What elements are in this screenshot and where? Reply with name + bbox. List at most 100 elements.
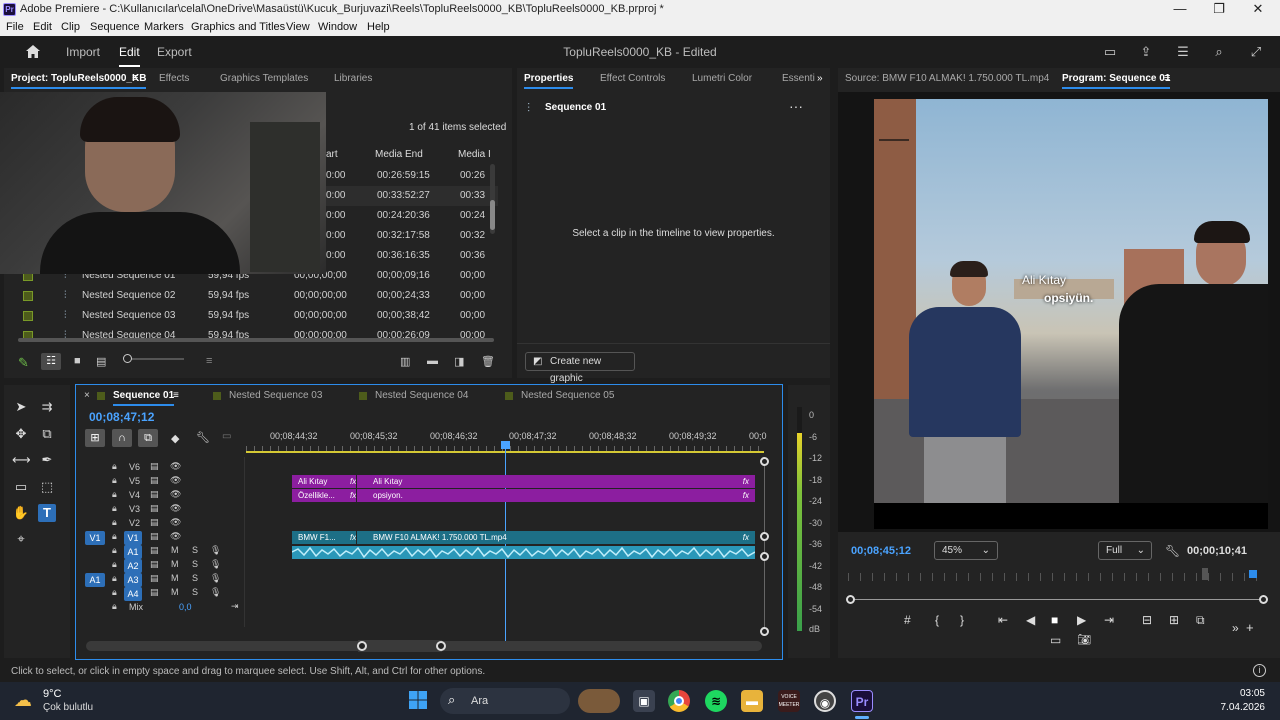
audio-clip[interactable] (292, 546, 755, 559)
tab-graphics-templates[interactable]: Graphics Templates (220, 73, 308, 84)
graphic-clip[interactable]: Özellikle... fx (292, 489, 356, 502)
video-clip[interactable]: BMW F1... fx (292, 531, 356, 544)
tab-lumetri-color[interactable]: Lumetri Color (692, 73, 752, 84)
track-v1[interactable]: 🔒︎ V1 ▤ 👁︎ (104, 531, 244, 545)
track-a3[interactable]: 🔒︎ A3 ▤ M S 🎙︎ (104, 573, 244, 587)
slip-tool-icon[interactable]: ⟷ (12, 451, 31, 469)
program-zoom-bar[interactable] (850, 599, 1264, 600)
program-playhead[interactable] (1249, 570, 1257, 578)
menu-edit[interactable]: Edit (33, 21, 52, 33)
video-clip[interactable]: BMW F10 ALMAK! 1.750.000 TL.mp4 fx (357, 531, 755, 544)
weather-icon[interactable]: ☁ (14, 690, 32, 711)
tab-essential[interactable]: Essenti (782, 73, 815, 84)
video-preview[interactable]: Ali Kıtay opsiyün. (874, 99, 1268, 503)
weather-temp[interactable]: 9°C (43, 688, 61, 700)
pen-tool-icon[interactable]: ✒ (38, 451, 56, 469)
new-bin-icon[interactable]: ▬ (427, 355, 438, 367)
timeline-playhead[interactable] (501, 441, 510, 449)
extract-icon[interactable]: ⊞ (1169, 613, 1179, 627)
col-media-duration[interactable]: Media I (458, 149, 491, 160)
obs-icon[interactable]: ◉ (814, 690, 836, 712)
source-patch-v1[interactable]: V1 (85, 531, 105, 545)
step-back-icon[interactable]: ◀ (1026, 613, 1035, 627)
horizontal-scrollbar[interactable] (18, 338, 494, 342)
track-select-tool-icon[interactable]: ⇉ (38, 398, 56, 416)
caption-tool-icon[interactable]: ⌖ (12, 530, 30, 548)
mark-in-icon[interactable]: { (935, 613, 939, 627)
project-menu-icon[interactable]: ≡ (132, 72, 138, 84)
new-item-icon[interactable]: ◨ (454, 355, 464, 368)
safe-margins-icon[interactable]: ▭ (1050, 633, 1061, 647)
selection-tool-icon[interactable]: ➤ (12, 398, 30, 416)
sort-icon[interactable]: ≡ (206, 355, 212, 367)
more-controls-icon[interactable]: » (1232, 621, 1239, 635)
tab-program-monitor[interactable]: Program: Sequence 01 (1062, 73, 1171, 89)
step-forward-icon[interactable]: ▶ (1077, 613, 1086, 627)
track-a2[interactable]: 🔒︎ A2 ▤ M S 🎙︎ (104, 559, 244, 573)
captions-icon[interactable]: ▭ (222, 431, 231, 442)
button-editor-icon[interactable]: + (1246, 620, 1254, 635)
track-height-handle[interactable] (760, 552, 769, 561)
compare-view-icon[interactable]: ⧉ (1196, 613, 1205, 628)
menu-help[interactable]: Help (367, 21, 390, 33)
maximize-button[interactable]: ❐ (1199, 1, 1239, 17)
clock-time[interactable]: 03:05 (1220, 688, 1265, 699)
track-v4[interactable]: 🔒︎ V4 ▤ 👁︎ (104, 489, 244, 503)
vertical-zoom-handle[interactable] (760, 457, 769, 466)
razor-tool-icon[interactable]: ⧉ (38, 425, 56, 443)
tab-sequence-01[interactable]: Sequence 01 (113, 390, 175, 406)
spotify-icon[interactable]: ≋ (705, 690, 727, 712)
panel-layout-icon[interactable]: ▭ (1102, 44, 1118, 60)
search-icon[interactable]: ⌕ (1211, 44, 1227, 60)
go-to-in-icon[interactable]: ⇤ (998, 613, 1008, 627)
weather-desc[interactable]: Çok bulutlu (43, 702, 93, 713)
menu-graphics-titles[interactable]: Graphics and Titles (191, 21, 285, 33)
type-tool-icon[interactable]: T (38, 504, 56, 522)
rectangle-tool-icon[interactable]: ▭ (12, 478, 30, 496)
program-timecode[interactable]: 00;08;45;12 (851, 545, 911, 557)
track-v3[interactable]: 🔒︎ V3 ▤ 👁︎ (104, 503, 244, 517)
taskbar-search[interactable]: ⌕ Ara (440, 688, 570, 714)
track-v5[interactable]: 🔒︎ V5 ▤ 👁︎ (104, 475, 244, 489)
track-v6[interactable]: 🔒︎ V6 ▤ 👁︎ (104, 461, 244, 475)
info-icon[interactable]: i (1253, 664, 1266, 677)
program-menu-icon[interactable]: ≡ (1164, 72, 1170, 84)
more-tabs-icon[interactable]: » (817, 73, 823, 84)
timeline-ruler[interactable]: 00;08;44;32 00;08;45;32 00;08;46;32 00;0… (270, 431, 767, 445)
tab-nested-sequence-03[interactable]: Nested Sequence 03 (229, 390, 322, 401)
create-new-graphic-button[interactable]: ◩ Create new graphic (525, 352, 635, 384)
tab-effect-controls[interactable]: Effect Controls (600, 73, 665, 84)
chrome-icon[interactable] (668, 690, 690, 712)
track-mix[interactable]: 🔒︎ Mix 0,0 ⇥ (104, 601, 244, 615)
col-start[interactable]: art (326, 149, 338, 160)
voicemeeter-icon[interactable]: VOICE MEETER (778, 690, 800, 712)
minimize-button[interactable]: — (1160, 1, 1200, 16)
start-icon[interactable] (407, 690, 429, 712)
menu-clip[interactable]: Clip (61, 21, 80, 33)
tab-nested-sequence-04[interactable]: Nested Sequence 04 (375, 390, 468, 401)
wrench-icon[interactable]: 🔧︎ (1165, 544, 1180, 558)
clock-date[interactable]: 7.04.2026 (1205, 702, 1266, 713)
automate-sequence-icon[interactable]: ▥ (400, 355, 410, 368)
graphic-clip[interactable]: Ali Kıtay fx (292, 475, 356, 488)
fullscreen-icon[interactable]: ⤢ (1248, 44, 1264, 60)
add-marker-icon[interactable]: # (904, 613, 911, 627)
table-row[interactable]: ⫶ Nested Sequence 02 59,94 fps 00;00;00;… (18, 286, 498, 306)
graphic-clip[interactable]: opsiyon. fx (357, 489, 755, 502)
linked-selection-icon[interactable]: ⧉ (138, 429, 158, 447)
menu-view[interactable]: View (286, 21, 310, 33)
close-button[interactable]: ✕ (1238, 1, 1278, 17)
timeline-settings-icon[interactable]: 🔧︎ (196, 431, 210, 444)
tab-effects[interactable]: Effects (159, 73, 189, 84)
sequence-menu-icon[interactable]: ≡ (173, 390, 179, 401)
pencil-icon[interactable]: ✎ (18, 355, 29, 371)
col-media-end[interactable]: Media End (375, 149, 423, 160)
export-frame-icon[interactable]: 📷︎ (1077, 633, 1091, 646)
ripple-edit-tool-icon[interactable]: ✥ (12, 425, 30, 443)
nest-toggle-icon[interactable]: ⊞ (85, 429, 105, 447)
file-explorer-icon[interactable]: ▬ (741, 690, 763, 712)
zoom-slider[interactable] (123, 354, 184, 363)
tab-project[interactable]: Project: TopluReels0000_KB (11, 73, 147, 89)
track-a1[interactable]: 🔒︎ A1 ▤ M S 🎙︎ (104, 545, 244, 559)
list-view-icon[interactable]: ☷ (41, 353, 61, 370)
